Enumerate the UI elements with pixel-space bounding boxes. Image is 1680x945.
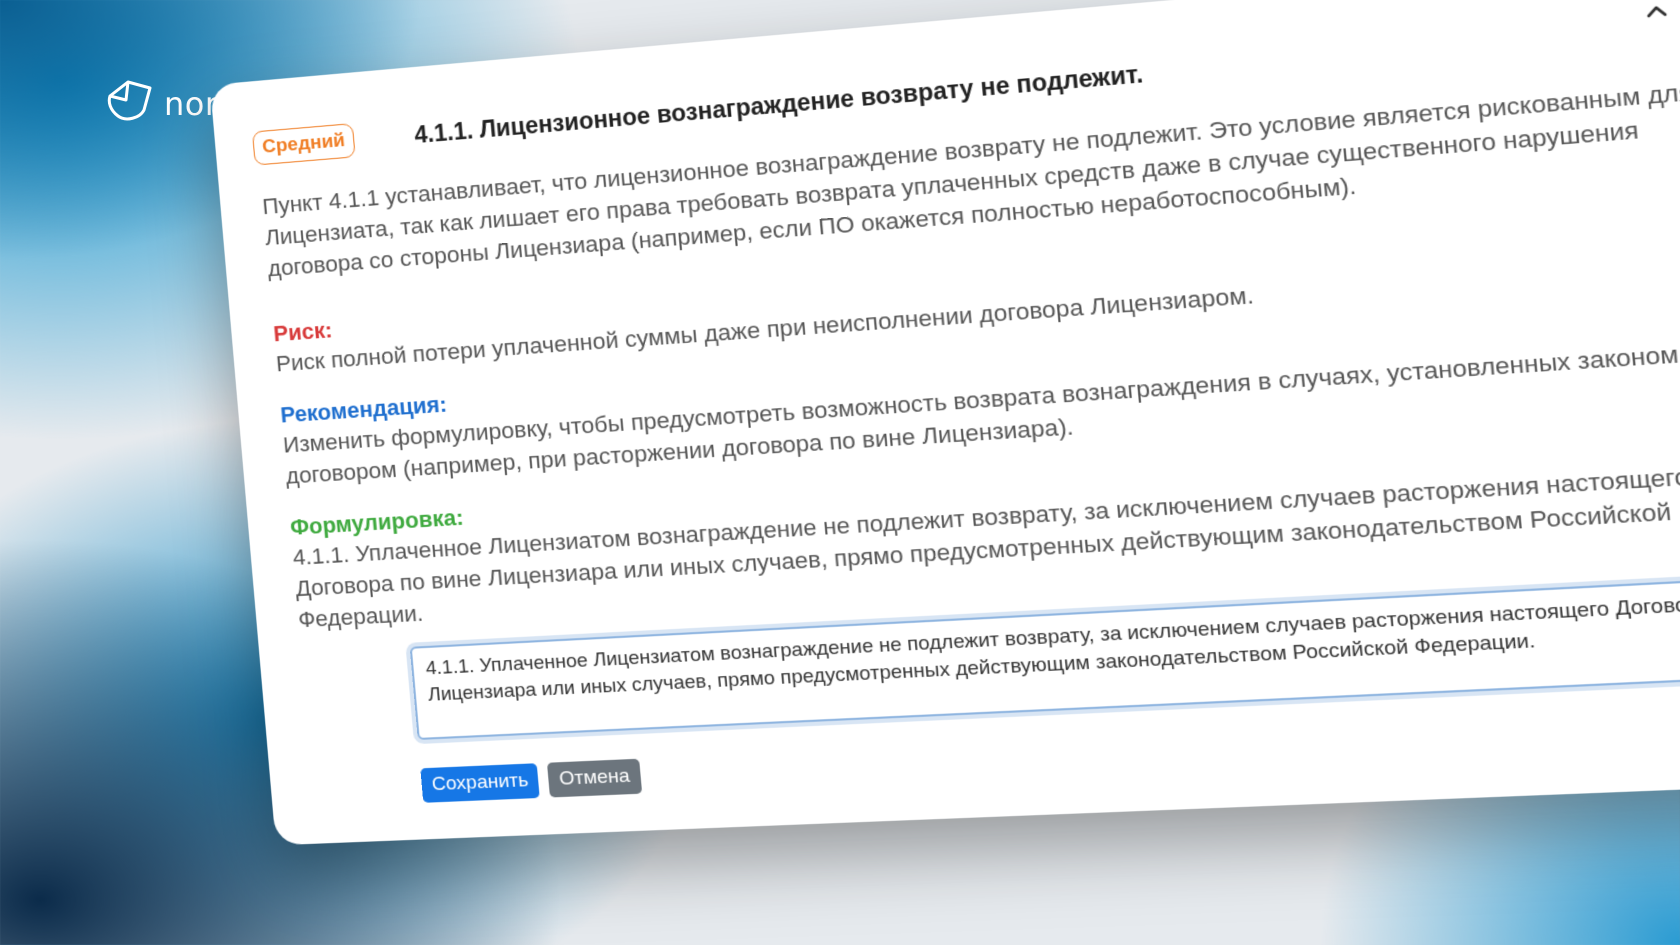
noroots-logo-icon	[104, 78, 156, 129]
clause-review-card: Средний 4.1.1. Лицензионное вознагражден…	[210, 0, 1680, 845]
card-content: Пункт 4.1.1 устанавливает, что лицензион…	[261, 73, 1680, 657]
chevron-up-icon[interactable]	[1641, 0, 1672, 26]
severity-badge: Средний	[252, 123, 356, 166]
editor-actions: Сохранить Отмена	[420, 759, 641, 803]
save-button[interactable]: Сохранить	[420, 763, 540, 803]
cancel-button[interactable]: Отмена	[547, 759, 641, 798]
